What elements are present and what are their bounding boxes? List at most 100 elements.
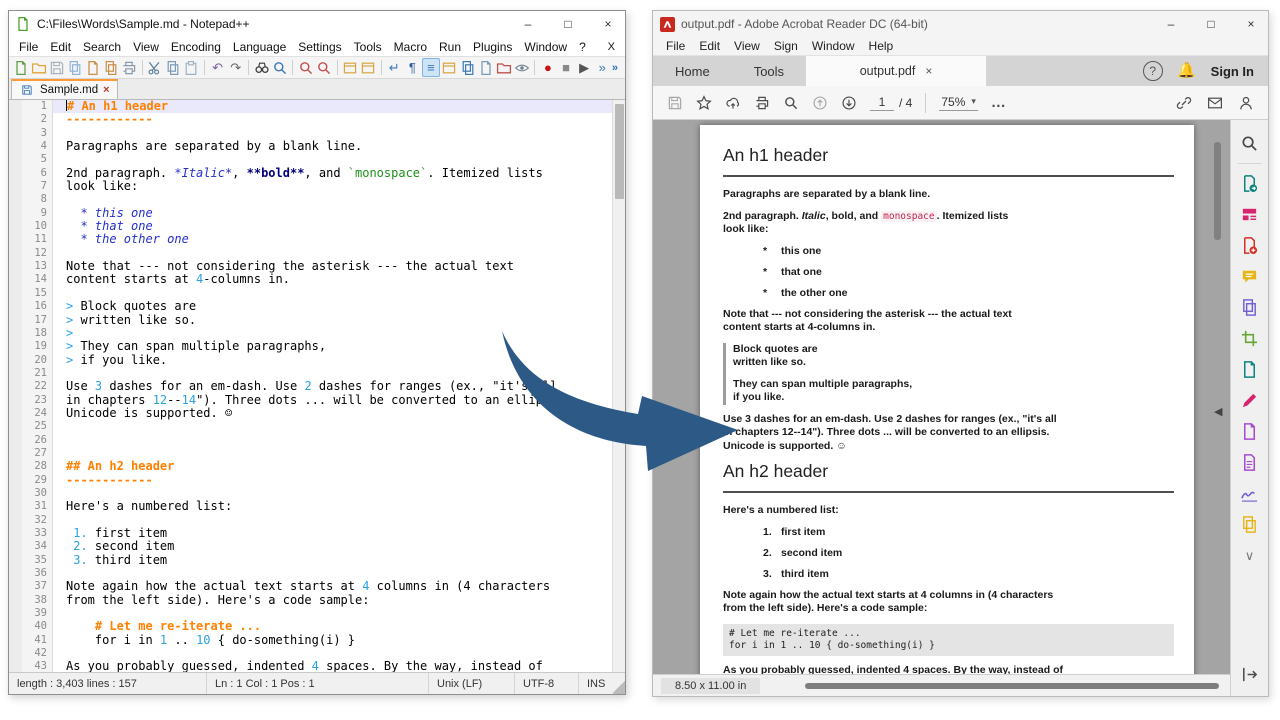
npp-minimize-button[interactable]: –	[511, 11, 545, 37]
bookmark-margin[interactable]	[9, 340, 22, 353]
bookmark-margin[interactable]	[9, 153, 22, 166]
bookmark-margin[interactable]	[9, 220, 22, 233]
editor-line-text[interactable]	[53, 153, 612, 166]
editor-line-text[interactable]: * this one	[53, 207, 612, 220]
editor-line-text[interactable]	[53, 567, 612, 580]
bookmark-margin[interactable]	[9, 167, 22, 180]
bookmark-margin[interactable]	[9, 447, 22, 460]
menu-run[interactable]: Run	[433, 39, 467, 55]
tab-home[interactable]: Home	[653, 56, 732, 86]
menu-search[interactable]: Search	[77, 39, 127, 55]
editor-line-text[interactable]: 2. second item	[53, 540, 612, 553]
bookmark-margin[interactable]	[9, 380, 22, 393]
play-macro-button[interactable]: ▶	[576, 58, 593, 77]
bookmark-margin[interactable]	[9, 247, 22, 260]
menu-window[interactable]: Window	[805, 38, 862, 54]
save-all-button[interactable]	[66, 58, 83, 77]
more-tools-button[interactable]: ∨	[1235, 540, 1265, 571]
menu-view[interactable]: View	[127, 39, 165, 55]
npp-close-document-x[interactable]: X	[598, 41, 625, 53]
editor-line-text[interactable]	[53, 420, 612, 433]
doc-tab-close-icon[interactable]: ×	[925, 64, 932, 78]
bookmark-margin[interactable]	[9, 287, 22, 300]
save-button[interactable]	[48, 58, 65, 77]
menu-window[interactable]: Window	[518, 39, 573, 55]
save-button[interactable]	[667, 95, 683, 111]
editor-line-text[interactable]: Unicode is supported. ☺	[53, 407, 612, 420]
tab-tools[interactable]: Tools	[732, 56, 806, 86]
editor-line-text[interactable]	[53, 447, 612, 460]
bookmark-margin[interactable]	[9, 580, 22, 593]
send-email-button[interactable]	[1207, 95, 1223, 111]
pdf-hscrollbar-thumb[interactable]	[805, 683, 1219, 689]
editor-line-text[interactable]: > Block quotes are	[53, 300, 612, 313]
bookmark-margin[interactable]	[9, 607, 22, 620]
help-icon[interactable]: ?	[1143, 61, 1163, 81]
scan-ocr-button[interactable]	[1235, 354, 1265, 385]
organize-pages-button[interactable]	[1235, 199, 1265, 230]
menu-settings[interactable]: Settings	[292, 39, 347, 55]
editor-line-text[interactable]: * the other one	[53, 233, 612, 246]
tab-output-pdf[interactable]: output.pdf ×	[806, 56, 986, 86]
protect-button[interactable]	[1235, 416, 1265, 447]
bookmark-margin[interactable]	[9, 260, 22, 273]
bookmark-margin[interactable]	[9, 354, 22, 367]
menu-?[interactable]: ?	[573, 39, 592, 55]
zoom-out-button[interactable]	[315, 58, 332, 77]
editor-line-text[interactable]: # An h1 header	[53, 100, 612, 113]
page-number-input[interactable]: 1	[870, 95, 894, 111]
bookmark-margin[interactable]	[9, 434, 22, 447]
comment-button[interactable]	[1235, 261, 1265, 292]
editor-line-text[interactable]: Here's a numbered list:	[53, 500, 612, 513]
menu-plugins[interactable]: Plugins	[467, 39, 518, 55]
bookmark-margin[interactable]	[9, 474, 22, 487]
function-list-button[interactable]	[441, 58, 458, 77]
search-tool-button[interactable]	[1235, 128, 1265, 159]
notifications-bell-icon[interactable]: 🔔	[1179, 63, 1195, 79]
editor-line-text[interactable]	[53, 607, 612, 620]
print-button[interactable]	[121, 58, 138, 77]
editor-vertical-scrollbar[interactable]	[612, 100, 625, 672]
pdf-horizontal-scrollbar[interactable]	[770, 681, 1224, 691]
resize-grip[interactable]	[613, 673, 625, 694]
bookmark-margin[interactable]	[9, 127, 22, 140]
bookmark-margin[interactable]	[9, 394, 22, 407]
pdf-vertical-scrollbar[interactable]	[1214, 120, 1222, 674]
share-link-button[interactable]	[1176, 95, 1192, 111]
undo-button[interactable]: ↶	[209, 58, 226, 77]
previous-page-button[interactable]	[812, 95, 828, 111]
bookmark-margin[interactable]	[9, 180, 22, 193]
acrobat-minimize-button[interactable]: –	[1154, 11, 1188, 37]
monitoring-button[interactable]	[513, 58, 530, 77]
show-all-characters-button[interactable]: ¶	[404, 58, 421, 77]
editor-line-text[interactable]: Use 3 dashes for an em-dash. Use 2 dashe…	[53, 380, 612, 393]
menu-help[interactable]: Help	[862, 38, 901, 54]
stop-macro-button[interactable]: ■	[558, 58, 575, 77]
editor-line-text[interactable]: Paragraphs are separated by a blank line…	[53, 140, 612, 153]
bookmark-margin[interactable]	[9, 647, 22, 660]
menu-edit[interactable]: Edit	[44, 39, 77, 55]
fill-sign-button[interactable]	[1235, 385, 1265, 416]
npp-close-button[interactable]: ×	[591, 11, 625, 37]
close-button[interactable]	[84, 58, 101, 77]
editor-line-text[interactable]	[53, 193, 612, 206]
menu-sign[interactable]: Sign	[767, 38, 805, 54]
bookmark-margin[interactable]	[9, 514, 22, 527]
page-number-box[interactable]: 1 / 4	[870, 95, 912, 111]
bookmark-margin[interactable]	[9, 554, 22, 567]
menu-macro[interactable]: Macro	[388, 39, 433, 55]
open-file-button[interactable]	[30, 58, 47, 77]
bookmark-margin[interactable]	[9, 273, 22, 286]
bookmark-margin[interactable]	[9, 420, 22, 433]
indent-guide-button[interactable]: ≡	[422, 58, 440, 77]
share-cloud-button[interactable]	[725, 95, 741, 111]
menu-language[interactable]: Language	[227, 39, 292, 55]
bookmark-margin[interactable]	[9, 500, 22, 513]
editor-line-text[interactable]	[53, 434, 612, 447]
cut-button[interactable]	[147, 58, 164, 77]
menu-file[interactable]: File	[13, 39, 44, 55]
bookmark-margin[interactable]	[9, 594, 22, 607]
editor-line-text[interactable]	[53, 514, 612, 527]
replace-button[interactable]	[271, 58, 288, 77]
bookmark-margin[interactable]	[9, 314, 22, 327]
